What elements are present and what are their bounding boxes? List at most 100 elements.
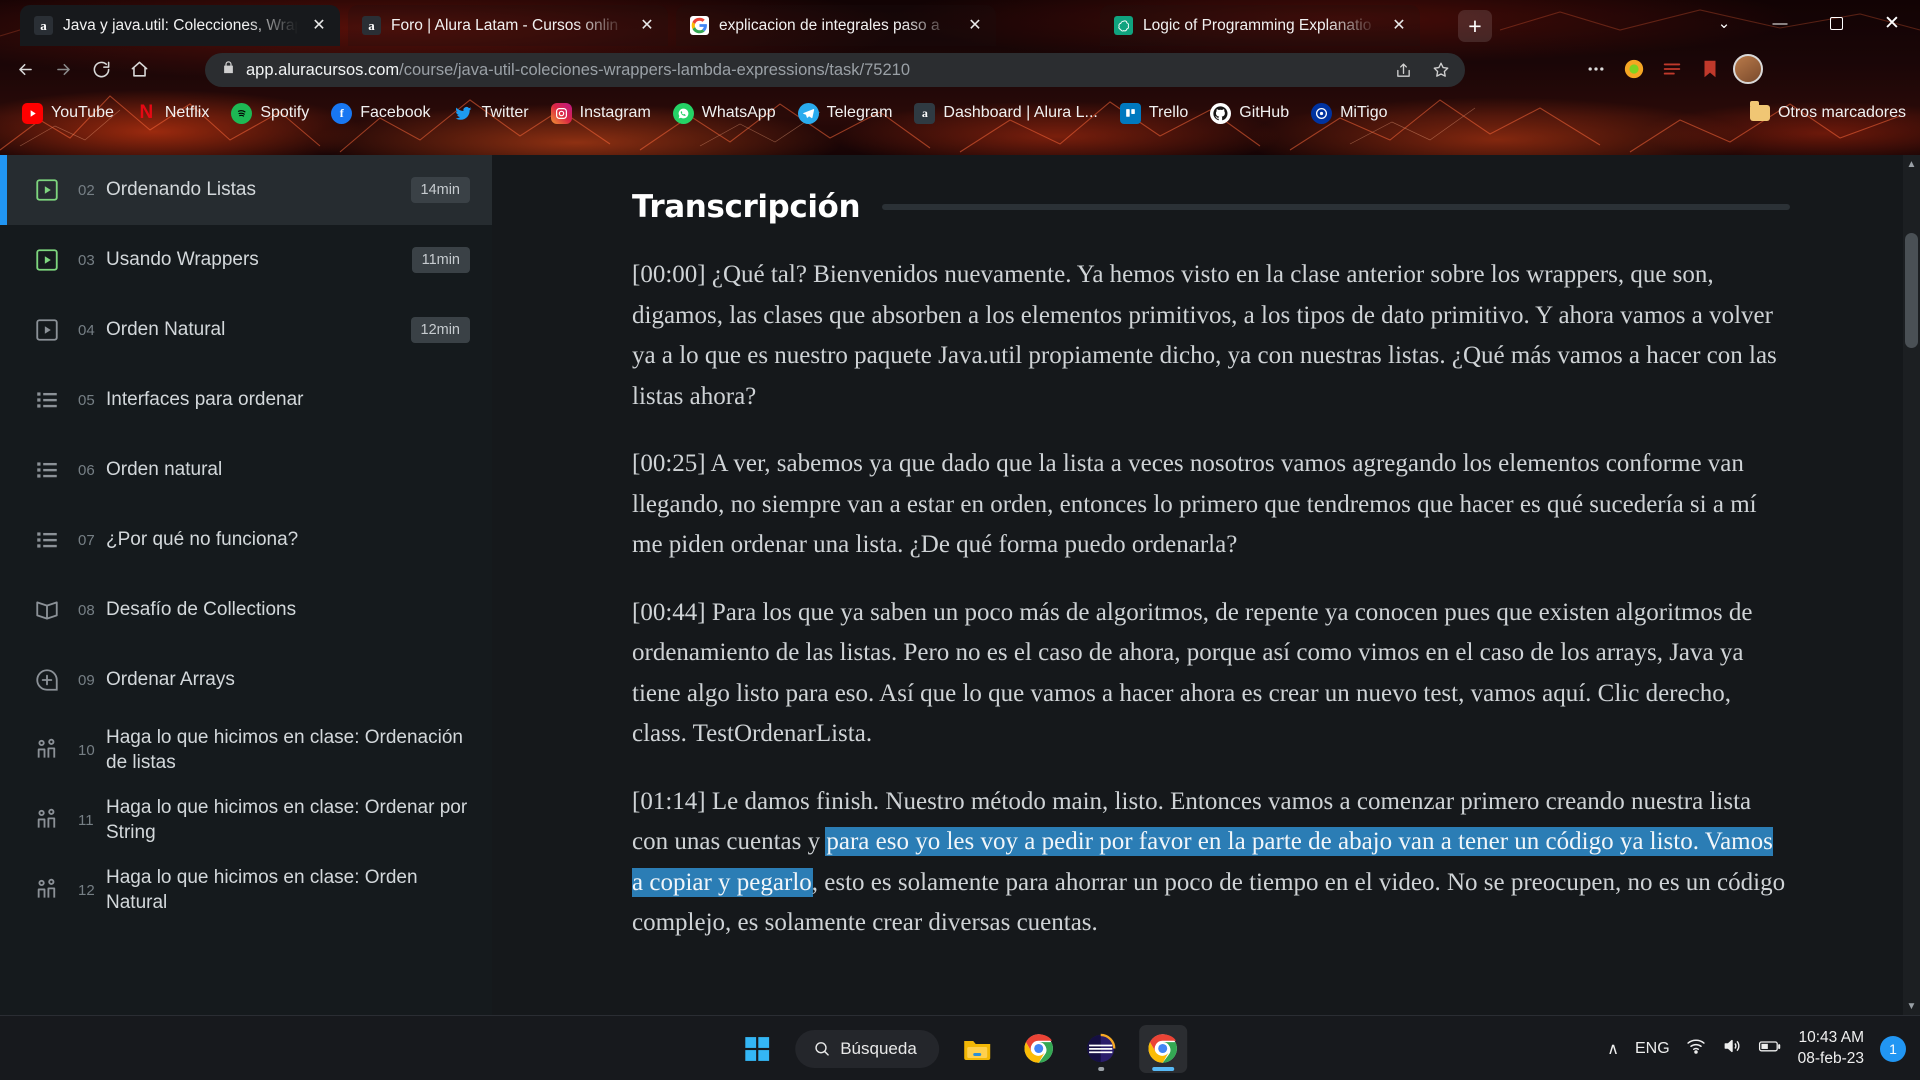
chrome-icon: [1148, 1034, 1177, 1063]
page-viewport: 02 Ordenando Listas 14min 03 Usando Wrap…: [0, 155, 1920, 1015]
chevron-down-icon[interactable]: ⌄: [1696, 0, 1752, 46]
sidebar-item-number: 12: [78, 881, 95, 899]
scroll-down-icon[interactable]: ▼: [1903, 997, 1920, 1015]
whatsapp-icon: [672, 102, 694, 124]
close-icon[interactable]: ✕: [636, 15, 658, 37]
bookmark-label: Facebook: [360, 104, 431, 121]
close-icon[interactable]: ✕: [308, 15, 330, 37]
address-bar[interactable]: app.aluracursos.com/course/java-util-col…: [205, 53, 1465, 87]
page-scrollbar[interactable]: ▲ ▼: [1903, 155, 1920, 1015]
bookmark-instagram[interactable]: Instagram: [541, 98, 661, 129]
taskbar-file-explorer[interactable]: [953, 1025, 1001, 1073]
bookmark-label: GitHub: [1239, 104, 1290, 121]
sidebar-item-orden-natural-video[interactable]: 04 Orden Natural 12min: [0, 295, 492, 365]
close-window-button[interactable]: ✕: [1864, 0, 1920, 46]
taskbar-chrome-active[interactable]: [1138, 1024, 1187, 1073]
maximize-button[interactable]: [1808, 0, 1864, 46]
bookmark-telegram[interactable]: Telegram: [788, 98, 903, 129]
sidebar-item-orden-natural[interactable]: 06 Orden natural: [0, 435, 492, 505]
bookmark-facebook[interactable]: f Facebook: [321, 98, 440, 129]
tab-title: Logic of Programming Explanatio: [1143, 16, 1372, 34]
notification-badge[interactable]: 1: [1880, 1035, 1906, 1062]
browser-tab-1[interactable]: a Java y java.util: Colecciones, Wrap ✕: [20, 5, 340, 46]
transcript-paragraph-selected: [01:14] Le damos finish. Nuestro método …: [632, 782, 1790, 944]
scrollbar-thumb[interactable]: [1905, 233, 1918, 348]
profile-avatar[interactable]: [1732, 53, 1764, 85]
volume-icon[interactable]: [1722, 1036, 1742, 1061]
share-icon[interactable]: [1389, 56, 1417, 84]
sidebar-item-por-que-no-funciona[interactable]: 07 ¿Por qué no funciona?: [0, 505, 492, 575]
bookmark-mitigo[interactable]: MiTigo: [1301, 98, 1397, 129]
tab-title: Foro | Alura Latam - Cursos onlin: [391, 16, 619, 34]
other-bookmarks-label: Otros marcadores: [1777, 104, 1906, 121]
extension-bookmark-icon[interactable]: [1694, 53, 1726, 85]
clock[interactable]: 10:43 AM 08-feb-23: [1798, 1028, 1864, 1068]
other-bookmarks-folder[interactable]: Otros marcadores: [1749, 101, 1906, 122]
people-icon: [30, 733, 64, 767]
close-icon[interactable]: ✕: [1388, 15, 1410, 37]
sidebar-item-desafio-de-collections[interactable]: 08 Desafío de Collections: [0, 575, 492, 645]
bookmark-github[interactable]: GitHub: [1200, 98, 1299, 129]
bookmark-youtube[interactable]: YouTube: [12, 98, 124, 129]
tab-title: explicacion de integrales paso a: [719, 16, 940, 34]
sidebar-item-label: Orden Natural: [106, 319, 226, 341]
forward-icon[interactable]: [46, 52, 80, 86]
minimize-button[interactable]: —: [1752, 0, 1808, 46]
folder-icon: [1749, 101, 1770, 121]
bookmark-spotify[interactable]: Spotify: [221, 98, 319, 129]
sidebar-item-haga-orden-natural[interactable]: 12 Haga lo que hicimos en clase: Orden N…: [0, 855, 492, 925]
bookmarks-bar: YouTube N Netflix Spotify f Facebook Twi…: [0, 92, 1920, 134]
alura-icon: a: [34, 16, 53, 35]
sidebar-item-label: Ordenando Listas: [106, 179, 256, 201]
scroll-up-icon[interactable]: ▲: [1903, 155, 1920, 173]
browser-tab-3[interactable]: explicacion de integrales paso a ✕: [676, 5, 996, 46]
tab-strip: a Java y java.util: Colecciones, Wrap ✕ …: [0, 0, 1920, 46]
transcript-paragraph: [00:00] ¿Qué tal? Bienvenidos nuevamente…: [632, 261, 1777, 410]
bookmark-whatsapp[interactable]: WhatsApp: [663, 98, 786, 129]
back-icon[interactable]: [8, 52, 42, 86]
sidebar-item-number: 10: [78, 741, 95, 759]
people-icon: [30, 873, 64, 907]
language-indicator[interactable]: ENG: [1635, 1040, 1670, 1058]
transcript-header: Transcripción: [632, 189, 1790, 225]
star-icon[interactable]: [1427, 56, 1455, 84]
active-indicator: [1151, 1066, 1174, 1071]
reload-icon[interactable]: [84, 52, 118, 86]
tab-title: Java y java.util: Colecciones, Wrap: [63, 16, 298, 34]
taskbar-search[interactable]: Búsqueda: [795, 1029, 939, 1068]
more-options-icon[interactable]: [1580, 53, 1612, 85]
bookmark-alura-dashboard[interactable]: a Dashboard | Alura L...: [904, 98, 1107, 129]
home-icon[interactable]: [122, 52, 156, 86]
extension-colorzilla-icon[interactable]: [1618, 53, 1650, 85]
sidebar-item-haga-ordenar-por-string[interactable]: 11 Haga lo que hicimos en clase: Ordenar…: [0, 785, 492, 855]
bookmark-twitter[interactable]: Twitter: [443, 98, 539, 129]
browser-tab-2[interactable]: a Foro | Alura Latam - Cursos onlin ✕: [348, 5, 668, 46]
bookmark-label: Spotify: [260, 104, 310, 121]
sidebar-item-haga-ordenacion-de-listas[interactable]: 10 Haga lo que hicimos en clase: Ordenac…: [0, 715, 492, 785]
taskbar-chrome[interactable]: [1015, 1025, 1063, 1073]
close-icon[interactable]: ✕: [964, 15, 986, 37]
browser-tab-4[interactable]: Logic of Programming Explanatio ✕: [1100, 5, 1420, 46]
google-icon: [690, 16, 709, 35]
sidebar-item-interfaces-para-ordenar[interactable]: 05 Interfaces para ordenar: [0, 365, 492, 435]
new-tab-button[interactable]: +: [1458, 10, 1492, 42]
taskbar-alura-app[interactable]: [1077, 1025, 1125, 1073]
sidebar-item-label: ¿Por qué no funciona?: [106, 529, 299, 551]
url-domain: app.aluracursos.com: [246, 60, 400, 79]
sidebar-item-label: Usando Wrappers: [106, 249, 259, 271]
sidebar-item-label: Ordenar Arrays: [106, 669, 235, 691]
windows-taskbar: Búsqueda ∧ ENG 10:43 AM 08-feb-23 1: [0, 1015, 1920, 1080]
extension-list-icon[interactable]: [1656, 53, 1688, 85]
tray-expand-icon[interactable]: ∧: [1607, 1039, 1619, 1059]
battery-icon[interactable]: [1758, 1036, 1782, 1061]
browser-chrome: a Java y java.util: Colecciones, Wrap ✕ …: [0, 0, 1920, 155]
wifi-icon[interactable]: [1686, 1036, 1706, 1061]
search-icon: [815, 1042, 829, 1056]
sidebar-item-ordenando-listas[interactable]: 02 Ordenando Listas 14min: [0, 155, 492, 225]
bookmark-netflix[interactable]: N Netflix: [126, 98, 219, 129]
sidebar-item-usando-wrappers[interactable]: 03 Usando Wrappers 11min: [0, 225, 492, 295]
bookmark-trello[interactable]: Trello: [1110, 98, 1198, 129]
start-button[interactable]: [733, 1025, 781, 1073]
sidebar-item-ordenar-arrays[interactable]: 09 Ordenar Arrays: [0, 645, 492, 715]
mitigo-icon: [1311, 102, 1333, 124]
